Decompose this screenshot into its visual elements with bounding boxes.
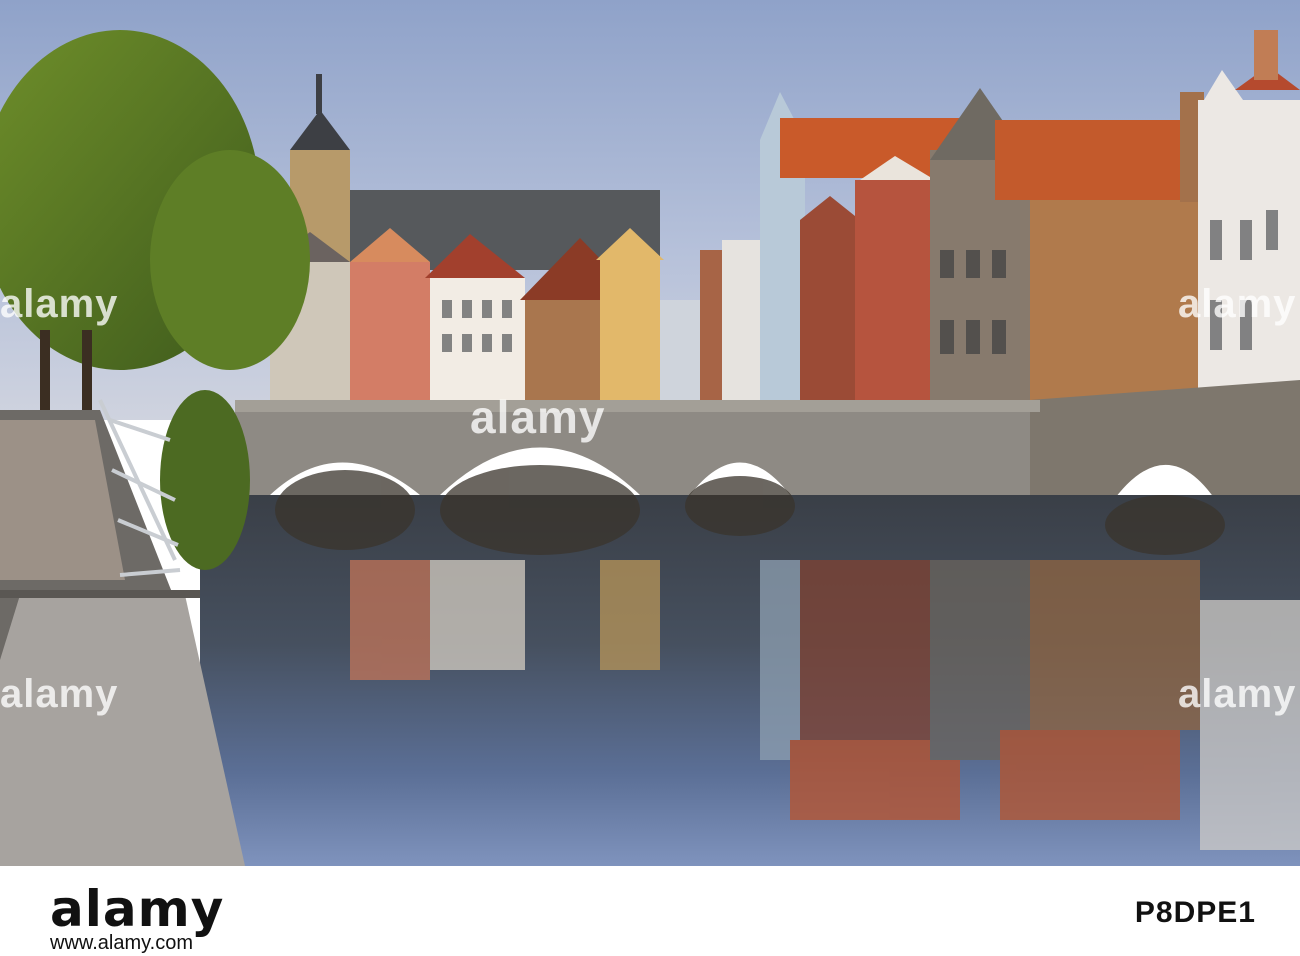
site-url[interactable]: www.alamy.com [50,932,193,955]
brand-text: alamy [50,880,225,938]
watermark-bottom-left: alamy [0,672,119,716]
image-id: P8DPE1 [1134,896,1256,929]
watermark-left: alamy [0,282,119,326]
photo-canvas [0,0,1300,866]
alamy-logo[interactable]: alamy [50,880,224,938]
stock-photo-page: alamy alamy alamy alamy alamy alamy P8DP… [0,0,1300,956]
watermark-bottom-right: alamy [1178,672,1297,716]
canal-photo [0,0,1300,866]
stock-footer: alamy P8DPE1 www.alamy.com [0,866,1300,956]
watermark-right: alamy [1178,282,1297,326]
watermark-center: alamy [470,391,606,443]
